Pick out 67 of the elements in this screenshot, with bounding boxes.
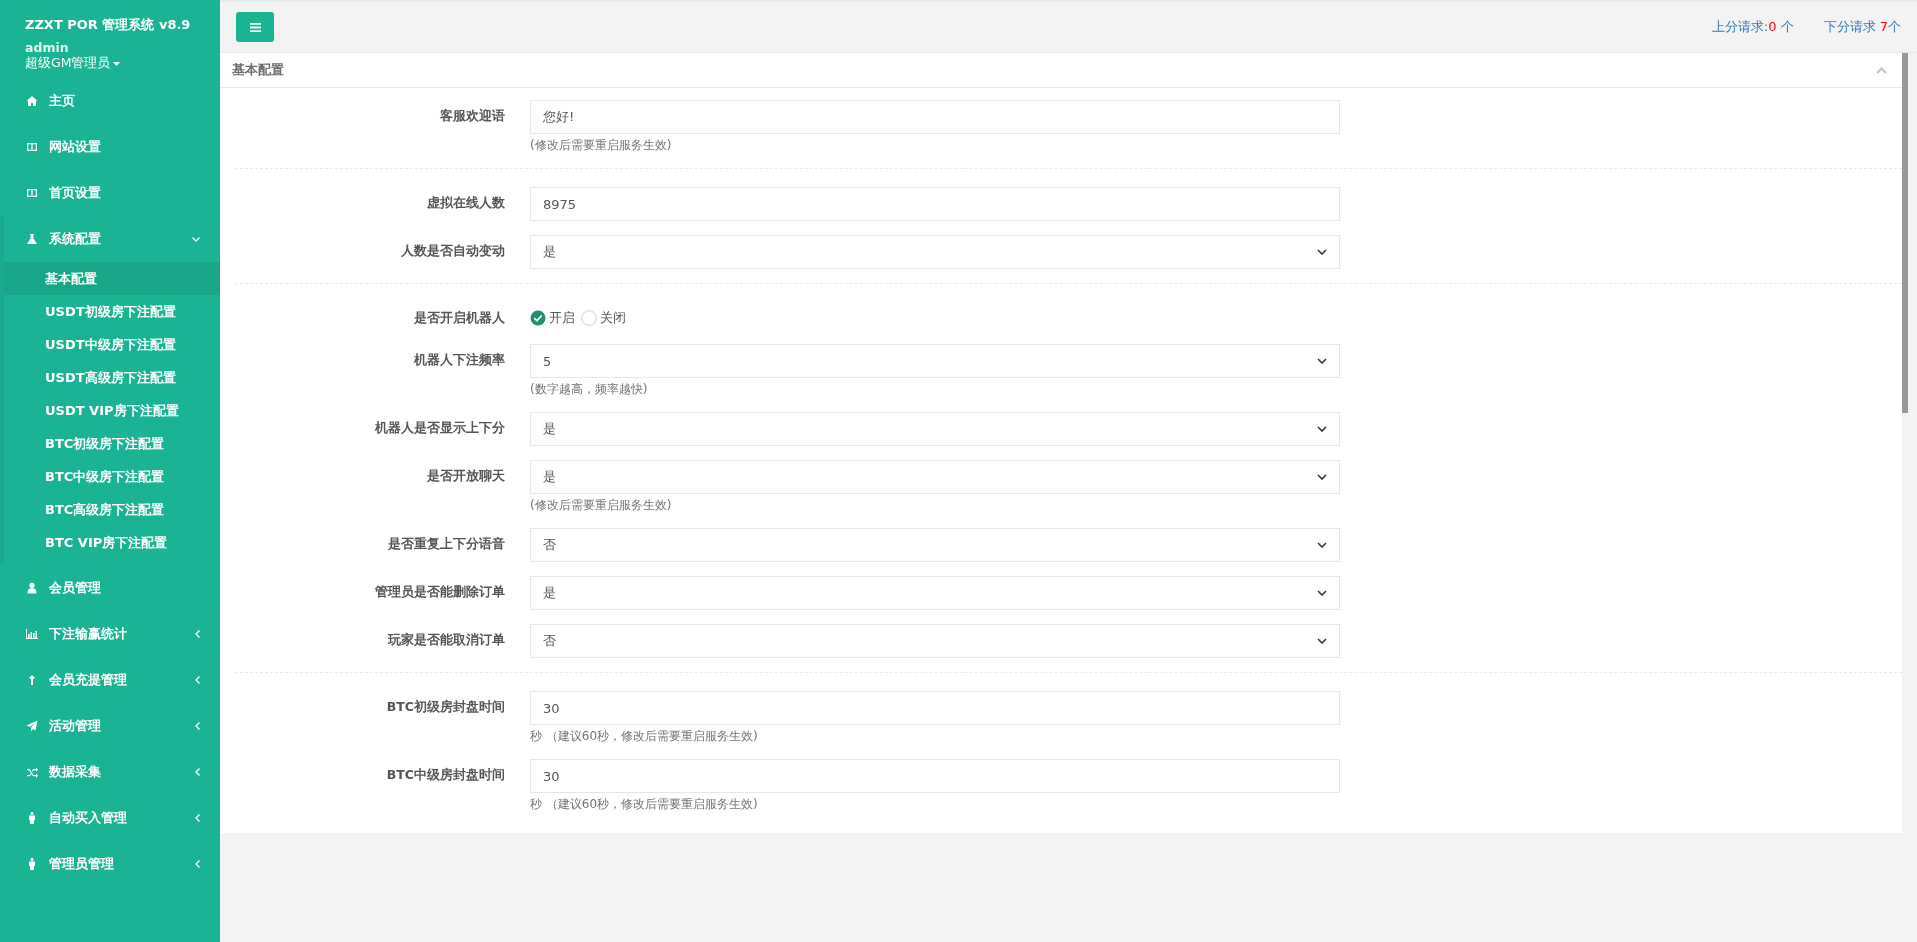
radio-option[interactable]: 关闭: [581, 309, 626, 327]
submenu-item[interactable]: USDT VIP房下注配置: [4, 394, 220, 427]
text-field[interactable]: 8975: [530, 187, 1340, 221]
chevron-down-icon: [1317, 542, 1327, 548]
submenu-item[interactable]: BTC中级房下注配置: [4, 460, 220, 493]
sidebar-item[interactable]: 主页: [0, 78, 220, 124]
submenu-item[interactable]: BTC初级房下注配置: [4, 427, 220, 460]
field-label: 机器人下注频率: [414, 352, 505, 369]
sidebar-item[interactable]: 会员充提管理: [0, 657, 220, 703]
sidebar-item[interactable]: 数据采集: [0, 749, 220, 795]
text-field[interactable]: 您好!: [530, 100, 1340, 134]
select-dropdown[interactable]: 是: [530, 576, 1340, 610]
user-name: admin: [25, 40, 69, 55]
collapse-icon[interactable]: [1876, 66, 1887, 74]
brand-title: ZZXT POR 管理系统 v8.9: [25, 16, 191, 34]
chevron-down-icon: [1317, 638, 1327, 644]
field-label: BTC中级房封盘时间: [386, 767, 505, 784]
submenu-item[interactable]: 基本配置: [4, 262, 220, 295]
select-dropdown[interactable]: 是: [530, 235, 1340, 269]
text-field[interactable]: 30: [530, 759, 1340, 793]
submenu-item[interactable]: BTC高级房下注配置: [4, 493, 220, 526]
role-dropdown[interactable]: 超级GM管理员: [25, 55, 121, 72]
select-dropdown[interactable]: 5: [530, 344, 1340, 378]
chevron-down-icon: [1317, 474, 1327, 480]
field-label: 机器人是否显示上下分: [375, 420, 505, 437]
field-label: BTC初级房封盘时间: [386, 699, 505, 716]
select-dropdown[interactable]: 否: [530, 528, 1340, 562]
chevron-down-icon: [1317, 358, 1327, 364]
sidebar-item[interactable]: 自动买入管理: [0, 795, 220, 841]
caret-icon: [113, 61, 121, 66]
submenu-item[interactable]: USDT初级房下注配置: [4, 295, 220, 328]
field-label: 客服欢迎语: [440, 108, 505, 125]
chevron-down-icon: [1317, 426, 1327, 432]
field-label: 虚拟在线人数: [427, 195, 505, 212]
chevron-down-icon: [1317, 590, 1327, 596]
select-dropdown[interactable]: 是: [530, 460, 1340, 494]
field-label: 是否开启机器人: [414, 310, 505, 327]
select-dropdown[interactable]: 否: [530, 624, 1340, 658]
help-text: (修改后需要重启服务生效): [530, 137, 672, 154]
chevron-down-icon: [1317, 249, 1327, 255]
sidebar-item[interactable]: 首页设置: [0, 170, 220, 216]
select-dropdown[interactable]: 是: [530, 412, 1340, 446]
submenu-item[interactable]: USDT高级房下注配置: [4, 361, 220, 394]
help-text: (数字越高，频率越快): [530, 381, 648, 398]
sidebar-item[interactable]: 管理员管理: [0, 841, 220, 887]
sidebar-item[interactable]: 活动管理: [0, 703, 220, 749]
sidebar-item[interactable]: 网站设置: [0, 124, 220, 170]
panel-title: 基本配置: [232, 61, 284, 79]
submenu-item[interactable]: USDT中级房下注配置: [4, 328, 220, 361]
field-label: 是否开放聊天: [427, 468, 505, 485]
field-label: 是否重复上下分语音: [388, 536, 505, 553]
scrollbar[interactable]: [1902, 53, 1908, 413]
help-text: (修改后需要重启服务生效): [530, 497, 672, 514]
request-link[interactable]: 上分请求:0 个: [1711, 18, 1794, 36]
radio-option[interactable]: 开启: [530, 309, 575, 327]
menu-button[interactable]: [236, 12, 274, 42]
request-link[interactable]: 下分请求 7个: [1823, 18, 1901, 36]
sidebar-item[interactable]: 会员管理: [0, 565, 220, 611]
field-label: 管理员是否能删除订单: [375, 584, 505, 601]
help-text: 秒 （建议60秒，修改后需要重启服务生效): [530, 796, 758, 813]
sidebar-item[interactable]: 系统配置: [4, 216, 220, 262]
sidebar-item[interactable]: 下注输赢统计: [0, 611, 220, 657]
field-label: 玩家是否能取消订单: [388, 632, 505, 649]
field-label: 人数是否自动变动: [401, 243, 505, 260]
text-field[interactable]: 30: [530, 691, 1340, 725]
submenu-item[interactable]: BTC VIP房下注配置: [4, 526, 220, 559]
help-text: 秒 （建议60秒，修改后需要重启服务生效): [530, 728, 758, 745]
